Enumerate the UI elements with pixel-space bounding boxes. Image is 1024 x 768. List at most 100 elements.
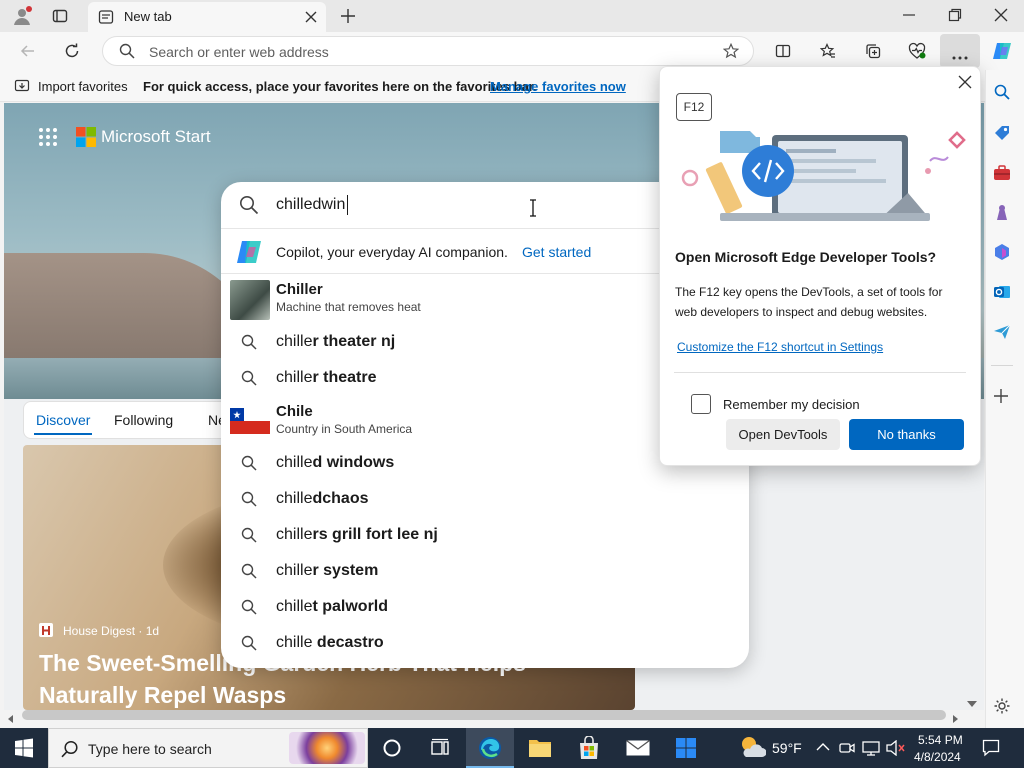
clock-time[interactable]: 5:54 PM	[918, 733, 963, 747]
close-dialog-icon[interactable]	[958, 75, 972, 89]
address-bar[interactable]: Search or enter web address	[102, 36, 754, 66]
suggestion-text: chilledchaos	[276, 490, 368, 508]
suggestion-completion: r theater nj	[312, 333, 396, 350]
suggestion-text: chilled windows	[276, 454, 394, 472]
scroll-down-arrow-icon[interactable]	[967, 696, 977, 707]
settings-more-button[interactable]	[940, 34, 980, 68]
entity-subtitle: Country in South America	[276, 422, 413, 436]
file-explorer-icon[interactable]	[528, 737, 552, 759]
start-button-windows-icon[interactable]	[14, 738, 34, 758]
browser-essentials-icon[interactable]	[908, 42, 926, 60]
article-source: House Digest · 1d	[63, 624, 160, 638]
suggestion-prefix: chille	[276, 333, 313, 350]
profile-icon[interactable]	[12, 6, 32, 26]
minimize-button[interactable]	[902, 8, 916, 22]
customize-f12-link[interactable]: Customize the F12 shortcut in Settings	[677, 340, 883, 354]
suggestion-text: chiller theater nj	[276, 333, 395, 351]
windows-app-icon[interactable]	[676, 738, 696, 758]
task-view-icon[interactable]	[430, 738, 450, 758]
import-favorites-icon	[14, 78, 30, 94]
open-devtools-label: Open DevTools	[738, 427, 828, 442]
suggestion-completion: d windows	[312, 454, 395, 471]
search-icon	[61, 740, 79, 758]
new-tab-button[interactable]	[340, 8, 356, 24]
dialog-body: The F12 key opens the DevTools, a set of…	[675, 285, 943, 319]
suggestion-prefix: chille	[276, 454, 313, 471]
microsoft-logo-icon	[76, 127, 96, 147]
no-thanks-button[interactable]: No thanks	[849, 419, 964, 450]
sidebar-tools-icon[interactable]	[993, 164, 1011, 182]
i-beam-pointer-icon	[529, 199, 537, 217]
suggestion-row[interactable]: chille decastro	[221, 625, 749, 661]
notifications-icon[interactable]	[982, 739, 1000, 757]
remember-decision-checkbox[interactable]	[691, 394, 711, 414]
sidebar-outlook-icon[interactable]	[993, 283, 1011, 301]
close-tab-icon[interactable]	[304, 10, 318, 24]
close-window-button[interactable]	[994, 8, 1008, 22]
clock-date[interactable]: 4/8/2024	[914, 750, 961, 764]
suggestion-row[interactable]: chilledchaos	[221, 481, 749, 517]
search-icon	[241, 527, 257, 543]
import-favorites-link[interactable]: Import favorites	[38, 79, 128, 94]
refresh-icon[interactable]	[64, 43, 80, 59]
mail-icon[interactable]	[626, 739, 650, 756]
suggestion-prefix: chille	[276, 526, 313, 543]
back-icon[interactable]	[20, 43, 36, 59]
tab-following[interactable]: Following	[114, 412, 173, 428]
volume-muted-icon[interactable]	[886, 739, 906, 757]
tab-actions-icon[interactable]	[52, 8, 68, 24]
chiller-thumbnail	[230, 280, 270, 320]
suggestion-completion: t palworld	[312, 598, 389, 615]
suggestion-row[interactable]: chiller system	[221, 553, 749, 589]
microsoft-store-icon[interactable]	[578, 735, 600, 760]
search-icon	[241, 370, 257, 386]
tab-new-tab[interactable]: New tab	[88, 2, 326, 32]
network-icon[interactable]	[862, 740, 880, 756]
tab-discover[interactable]: Discover	[36, 412, 90, 428]
weather-widget[interactable]: 59°F	[736, 732, 806, 764]
open-devtools-button[interactable]: Open DevTools	[726, 419, 840, 450]
copilot-icon[interactable]	[991, 40, 1013, 62]
f12-key-badge: F12	[676, 93, 712, 121]
favorites-icon[interactable]	[819, 43, 836, 59]
scroll-left-arrow-icon[interactable]	[7, 711, 15, 723]
favorite-star-icon[interactable]	[722, 42, 740, 59]
ms-start-brand[interactable]: Microsoft Start	[101, 127, 211, 147]
sidebar-microsoft365-icon[interactable]	[993, 243, 1011, 261]
sidebar-games-icon[interactable]	[993, 204, 1011, 222]
search-icon	[241, 455, 257, 471]
split-screen-icon[interactable]	[775, 43, 791, 59]
search-input[interactable]: chilledwin	[276, 196, 345, 214]
meet-now-icon[interactable]	[839, 740, 855, 756]
suggestion-row[interactable]: chillet palworld	[221, 589, 749, 625]
manage-favorites-link[interactable]: Manage favorites now	[490, 79, 626, 94]
f12-key-label: F12	[683, 100, 705, 114]
cortana-icon[interactable]	[382, 738, 402, 758]
search-icon	[241, 599, 257, 615]
restore-button[interactable]	[948, 8, 962, 22]
suggestion-row[interactable]: chillers grill fort lee nj	[221, 517, 749, 553]
sidebar-add-icon[interactable]	[994, 389, 1008, 403]
devtools-dialog: F12 Open Microsoft Edge Developer Tools?…	[659, 66, 981, 466]
scroll-right-arrow-icon[interactable]	[951, 711, 959, 723]
entity-title: Chile	[276, 403, 313, 420]
search-icon	[119, 43, 135, 59]
sidebar-settings-gear-icon[interactable]	[993, 697, 1011, 715]
app-launcher-icon[interactable]	[38, 127, 58, 147]
taskbar-edge-button[interactable]	[466, 728, 514, 768]
search-icon	[241, 563, 257, 579]
dialog-title: Open Microsoft Edge Developer Tools?	[675, 249, 937, 265]
article-title-line-2[interactable]: Naturally Repel Wasps	[39, 682, 286, 709]
collections-icon[interactable]	[865, 43, 881, 59]
sidebar-search-icon[interactable]	[994, 84, 1010, 100]
copilot-get-started-link[interactable]: Get started	[522, 244, 591, 260]
sidebar-drop-icon[interactable]	[993, 323, 1011, 341]
sidebar-shopping-icon[interactable]	[993, 124, 1011, 142]
chevron-up-icon[interactable]	[816, 741, 830, 753]
suggestion-prefix: chille	[276, 369, 313, 386]
chile-flag-icon	[230, 408, 270, 434]
taskbar-search-box[interactable]: Type here to search	[48, 728, 368, 768]
suggestion-text: chillers grill fort lee nj	[276, 526, 438, 544]
horizontal-scrollbar[interactable]	[22, 710, 946, 720]
suggestion-prefix: chille	[276, 490, 313, 507]
